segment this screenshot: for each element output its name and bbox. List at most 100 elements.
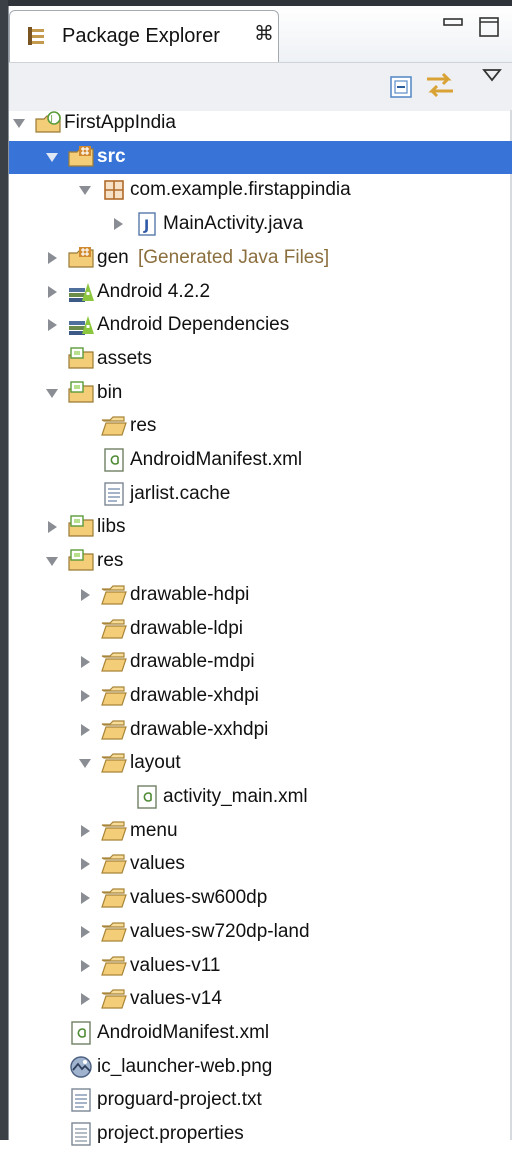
chevron-down-icon[interactable] — [45, 386, 59, 400]
resource-folder-icon — [67, 346, 95, 372]
tree-item-values-v11[interactable]: values-v11 — [9, 950, 512, 983]
chevron-right-icon[interactable] — [45, 520, 59, 534]
close-icon[interactable]: ⌘ — [254, 23, 274, 45]
chevron-right-icon[interactable] — [45, 318, 59, 332]
tree-item-label: values — [130, 853, 185, 874]
xml-file-icon — [100, 447, 128, 473]
folder-icon — [100, 919, 128, 945]
tree-item-label: res — [130, 415, 157, 436]
tree-item-label: drawable-xhdpi — [130, 685, 259, 706]
image-file-icon — [67, 1054, 95, 1080]
chevron-right-icon[interactable] — [111, 217, 125, 231]
tree-item-label: Android 4.2.2 — [97, 281, 211, 302]
svg-text:J: J — [143, 218, 149, 234]
tree-item-bin-res[interactable]: res — [9, 410, 512, 443]
chevron-down-icon[interactable] — [45, 150, 59, 164]
tree-item-label: proguard-project.txt — [97, 1089, 262, 1110]
chevron-right-icon[interactable] — [78, 655, 92, 669]
tree-item-menu[interactable]: menu — [9, 815, 512, 848]
minimize-icon[interactable] — [442, 18, 464, 36]
tree-item-label: assets — [97, 348, 152, 369]
chevron-down-icon[interactable] — [78, 183, 92, 197]
chevron-right-icon[interactable] — [78, 925, 92, 939]
tree-item-bin[interactable]: bin — [9, 377, 512, 410]
java-file-icon: J — [133, 211, 161, 237]
tree-item-label: src — [97, 146, 126, 167]
chevron-right-icon[interactable] — [78, 689, 92, 703]
tree-item-values-sw600dp[interactable]: values-sw600dp — [9, 882, 512, 915]
tree-item-libs[interactable]: libs — [9, 511, 512, 544]
chevron-right-icon[interactable] — [78, 992, 92, 1006]
tree-item-assets[interactable]: assets — [9, 343, 512, 376]
tree-item-firstappindia[interactable]: J FirstAppIndia — [9, 107, 512, 140]
resource-folder-icon — [67, 380, 95, 406]
android-project-icon: J — [34, 110, 62, 136]
tree-item-label: ic_launcher-web.png — [97, 1056, 273, 1077]
tab-package-explorer[interactable]: Package Explorer ⌘ — [9, 10, 279, 62]
tree-item-android-dependencies[interactable]: Android Dependencies — [9, 309, 512, 342]
chevron-down-icon[interactable] — [12, 116, 26, 130]
chevron-right-icon[interactable] — [78, 857, 92, 871]
tree-item-label: bin — [97, 382, 123, 403]
tree-item-res[interactable]: res — [9, 545, 512, 578]
chevron-right-icon[interactable] — [45, 285, 59, 299]
source-folder-icon — [67, 245, 95, 271]
tree-item-label: jarlist.cache — [130, 483, 231, 504]
tree-item-label: layout — [130, 752, 181, 773]
tree-item-label: values-sw720dp-land — [130, 921, 310, 942]
resource-folder-icon — [67, 514, 95, 540]
tree-item-android-4-2-2[interactable]: Android 4.2.2 — [9, 276, 512, 309]
tree-item-src[interactable]: src — [9, 141, 512, 174]
folder-icon — [100, 649, 128, 675]
tree-item-drawable-ldpi[interactable]: drawable-ldpi — [9, 613, 512, 646]
tree-item-ic-launcher-web-png[interactable]: ic_launcher-web.png — [9, 1051, 512, 1084]
tree-item-values-v14[interactable]: values-v14 — [9, 983, 512, 1016]
chevron-right-icon[interactable] — [78, 588, 92, 602]
view-menu-icon[interactable] — [482, 68, 502, 82]
chevron-right-icon[interactable] — [78, 891, 92, 905]
tree-item-label: drawable-mdpi — [130, 651, 255, 672]
maximize-icon[interactable] — [478, 16, 500, 38]
chevron-down-icon[interactable] — [78, 756, 92, 770]
tree-item-layout[interactable]: layout — [9, 747, 512, 780]
folder-icon — [100, 986, 128, 1012]
chevron-right-icon[interactable] — [78, 959, 92, 973]
tree-item-values-sw720dp-land[interactable]: values-sw720dp-land — [9, 916, 512, 949]
tree-item-jarlist-cache[interactable]: jarlist.cache — [9, 478, 512, 511]
svg-text:J: J — [50, 114, 53, 123]
tree-item-androidmanifest-xml[interactable]: AndroidManifest.xml — [9, 1017, 512, 1050]
tree-item-drawable-xhdpi[interactable]: drawable-xhdpi — [9, 680, 512, 713]
folder-icon — [100, 413, 128, 439]
tree-item-label: Android Dependencies — [97, 314, 290, 335]
xml-file-icon — [133, 784, 161, 810]
tree-item-values[interactable]: values — [9, 848, 512, 881]
tree-item-gen[interactable]: gen [Generated Java Files] — [9, 242, 512, 275]
chevron-right-icon[interactable] — [78, 723, 92, 737]
chevron-down-icon[interactable] — [45, 554, 59, 568]
tree-item-label: AndroidManifest.xml — [97, 1022, 270, 1043]
tree-item-drawable-xxhdpi[interactable]: drawable-xxhdpi — [9, 714, 512, 747]
folder-icon — [100, 818, 128, 844]
tree-item-decoration: [Generated Java Files] — [138, 247, 330, 268]
tree-item-activity-main-xml[interactable]: activity_main.xml — [9, 781, 512, 814]
tree-item-bin-androidmanifest[interactable]: AndroidManifest.xml — [9, 444, 512, 477]
tree-item-label: FirstAppIndia — [64, 112, 176, 133]
collapse-all-icon[interactable] — [390, 76, 412, 98]
properties-file-icon — [67, 1121, 95, 1147]
library-icon — [67, 312, 95, 338]
tree-item-proguard-project-txt[interactable]: proguard-project.txt — [9, 1084, 512, 1117]
tree-item-label: gen — [97, 247, 129, 268]
tree-item-com-example-firstappindia[interactable]: com.example.firstappindia — [9, 174, 512, 207]
tree-item-label: MainActivity.java — [163, 213, 304, 234]
link-with-editor-icon[interactable] — [424, 70, 456, 100]
chevron-right-icon[interactable] — [45, 251, 59, 265]
tree-item-label: values-v11 — [130, 955, 221, 976]
tree-item-project-properties[interactable]: project.properties — [9, 1118, 512, 1151]
tree-item-drawable-hdpi[interactable]: drawable-hdpi — [9, 579, 512, 612]
folder-icon — [100, 616, 128, 642]
chevron-right-icon[interactable] — [78, 824, 92, 838]
tree-item-mainactivity-java[interactable]: J MainActivity.java — [9, 208, 512, 241]
tree-item-drawable-mdpi[interactable]: drawable-mdpi — [9, 646, 512, 679]
tree-item-label: AndroidManifest.xml — [130, 449, 303, 470]
tree-item-label: values-v14 — [130, 988, 222, 1009]
